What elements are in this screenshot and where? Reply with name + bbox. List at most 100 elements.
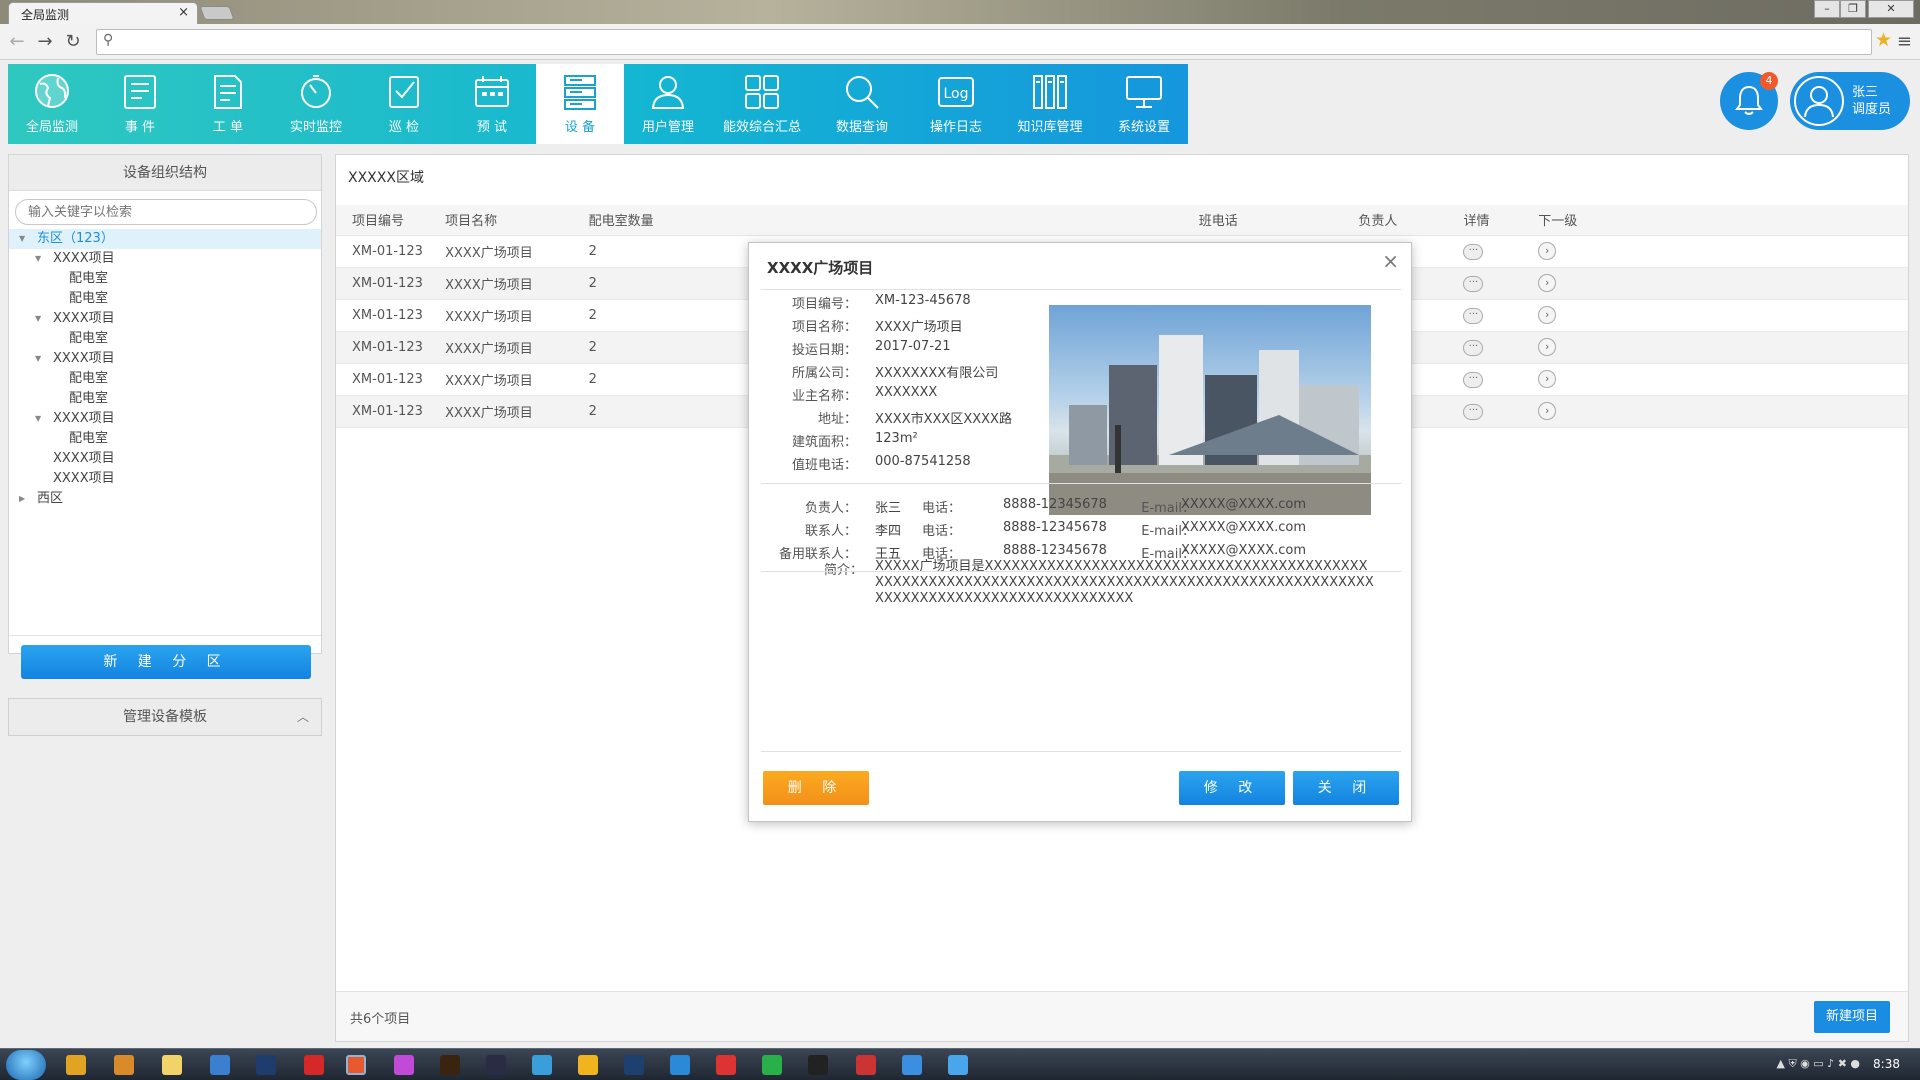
tree-node[interactable]: ▼ XXXX项目 [9, 249, 321, 269]
nav-item-8[interactable]: 能效综合汇总 [712, 64, 812, 144]
tree-node[interactable]: ▼ 东区（123） [9, 229, 321, 249]
chevron-right-icon[interactable]: › [1538, 338, 1557, 356]
more-icon[interactable]: ··· [1463, 308, 1484, 324]
system-tray[interactable]: ▲ ⛨ ◉ ▭ ♪ ✖ ● [1776, 1057, 1860, 1071]
tree-node[interactable]: 配电室 [9, 269, 321, 289]
reload-icon[interactable]: ↻ [62, 32, 84, 52]
illustrator-icon[interactable] [440, 1055, 460, 1075]
app-bird-icon[interactable] [902, 1055, 922, 1075]
app-purple-icon[interactable] [394, 1055, 414, 1075]
app-red2-icon[interactable] [716, 1055, 736, 1075]
nav-item-10[interactable]: Log 操作日志 [912, 64, 1000, 144]
more-icon[interactable]: ··· [1463, 340, 1484, 356]
nav-item-12[interactable]: 系统设置 [1100, 64, 1188, 144]
more-icon[interactable]: ··· [1463, 372, 1484, 388]
chevron-right-icon[interactable]: › [1538, 274, 1557, 292]
tree-node[interactable]: ▼ XXXX项目 [9, 349, 321, 369]
edit-button[interactable]: 修 改 [1179, 771, 1285, 805]
bookmark-star-icon[interactable]: ★ [1875, 30, 1892, 50]
nav-item-11[interactable]: 知识库管理 [1000, 64, 1100, 144]
caret-down-icon[interactable]: ▼ [19, 229, 25, 249]
more-icon[interactable]: ··· [1463, 244, 1484, 260]
tree-node[interactable]: XXXX项目 [9, 469, 321, 489]
column-header[interactable]: 负责人 [1358, 205, 1464, 236]
tree-search-input[interactable] [28, 201, 308, 223]
column-header[interactable]: 详情 [1463, 205, 1539, 236]
column-header[interactable]: 配电室数量 [588, 205, 1199, 236]
app-blue2-icon[interactable] [948, 1055, 968, 1075]
tree-node[interactable]: 配电室 [9, 329, 321, 349]
app-green-icon[interactable] [762, 1055, 782, 1075]
ie-icon[interactable] [670, 1055, 690, 1075]
new-tab-button[interactable] [199, 6, 235, 20]
tree-node[interactable]: ▼ XXXX项目 [9, 409, 321, 429]
browser-menu-icon[interactable]: ≡ [1897, 32, 1912, 52]
app-red-icon[interactable] [304, 1055, 324, 1075]
caret-down-icon[interactable]: ▼ [35, 249, 41, 269]
nav-item-label: 实时监控 [289, 120, 342, 135]
nav-item-0[interactable]: 全局监测 [8, 64, 96, 144]
start-button[interactable] [6, 1050, 46, 1080]
more-icon[interactable]: ··· [1463, 404, 1484, 420]
nav-item-1[interactable]: 事 件 [96, 64, 184, 144]
chevron-right-icon[interactable]: › [1538, 402, 1557, 420]
more-icon[interactable]: ··· [1463, 276, 1484, 292]
nav-item-9[interactable]: 数据查询 [812, 64, 912, 144]
tree-node[interactable]: 配电室 [9, 429, 321, 449]
window-minimize-button[interactable]: – [1814, 0, 1840, 18]
aftereffects-icon[interactable] [486, 1055, 506, 1075]
notification-button[interactable]: 4 [1720, 72, 1778, 130]
forward-icon[interactable]: → [34, 32, 56, 52]
column-header[interactable]: 下一级 [1538, 205, 1908, 236]
app-dark-icon[interactable] [624, 1055, 644, 1075]
nav-item-label: 用户管理 [641, 120, 694, 135]
browser-tab[interactable]: 全局监测 × [8, 2, 198, 24]
tree-node[interactable]: 配电室 [9, 289, 321, 309]
tree-node[interactable]: ▶ 西区 [9, 489, 321, 509]
caret-down-icon[interactable]: ▼ [35, 349, 41, 369]
app-icon[interactable] [210, 1055, 230, 1075]
explorer-icon[interactable] [66, 1055, 86, 1075]
window-restore-button[interactable]: ❐ [1840, 0, 1866, 18]
app-black-icon[interactable] [808, 1055, 828, 1075]
chevron-right-icon[interactable]: › [1538, 242, 1557, 260]
caret-right-icon[interactable]: ▶ [19, 489, 25, 509]
chevron-up-icon[interactable]: ︿ [297, 699, 309, 735]
chevron-right-icon[interactable]: › [1538, 370, 1557, 388]
tree-search[interactable] [15, 199, 317, 225]
app-yellow-icon[interactable] [578, 1055, 598, 1075]
nav-item-2[interactable]: 工 单 [184, 64, 272, 144]
nav-item-4[interactable]: 巡 检 [360, 64, 448, 144]
tree-node[interactable]: XXXX项目 [9, 449, 321, 469]
chrome-icon[interactable] [346, 1055, 366, 1075]
tab-close-icon[interactable]: × [178, 5, 189, 20]
app-red3-icon[interactable] [856, 1055, 876, 1075]
nav-item-6[interactable]: 设 备 [536, 64, 624, 144]
nav-item-7[interactable]: 用户管理 [624, 64, 712, 144]
column-header[interactable]: 班电话 [1198, 205, 1359, 236]
column-header[interactable]: 项目编号 [336, 205, 446, 236]
caret-down-icon[interactable]: ▼ [35, 409, 41, 429]
new-project-button[interactable]: 新建项目 [1814, 1001, 1890, 1033]
back-icon[interactable]: ← [6, 32, 28, 52]
tree-node[interactable]: ▼ XXXX项目 [9, 309, 321, 329]
app-blue-icon[interactable] [532, 1055, 552, 1075]
nav-item-5[interactable]: 预 试 [448, 64, 536, 144]
chevron-right-icon[interactable]: › [1538, 306, 1557, 324]
media-icon[interactable] [114, 1055, 134, 1075]
new-zone-button[interactable]: 新 建 分 区 [21, 645, 311, 679]
nav-item-3[interactable]: 实时监控 [272, 64, 360, 144]
url-input[interactable]: ⚲ [96, 29, 1872, 55]
folder-icon[interactable] [162, 1055, 182, 1075]
dialog-close-icon[interactable]: × [1382, 249, 1399, 273]
caret-down-icon[interactable]: ▼ [35, 309, 41, 329]
photoshop-icon[interactable] [256, 1055, 276, 1075]
column-header[interactable]: 项目名称 [445, 205, 589, 236]
delete-button[interactable]: 删 除 [763, 771, 869, 805]
tree-node[interactable]: 配电室 [9, 369, 321, 389]
user-menu[interactable]: 张三 调度员 [1790, 72, 1910, 130]
window-close-button[interactable]: ✕ [1868, 0, 1914, 18]
close-button[interactable]: 关 闭 [1293, 771, 1399, 805]
manage-template-panel[interactable]: 管理设备模板 ︿ [8, 698, 322, 736]
tree-node[interactable]: 配电室 [9, 389, 321, 409]
